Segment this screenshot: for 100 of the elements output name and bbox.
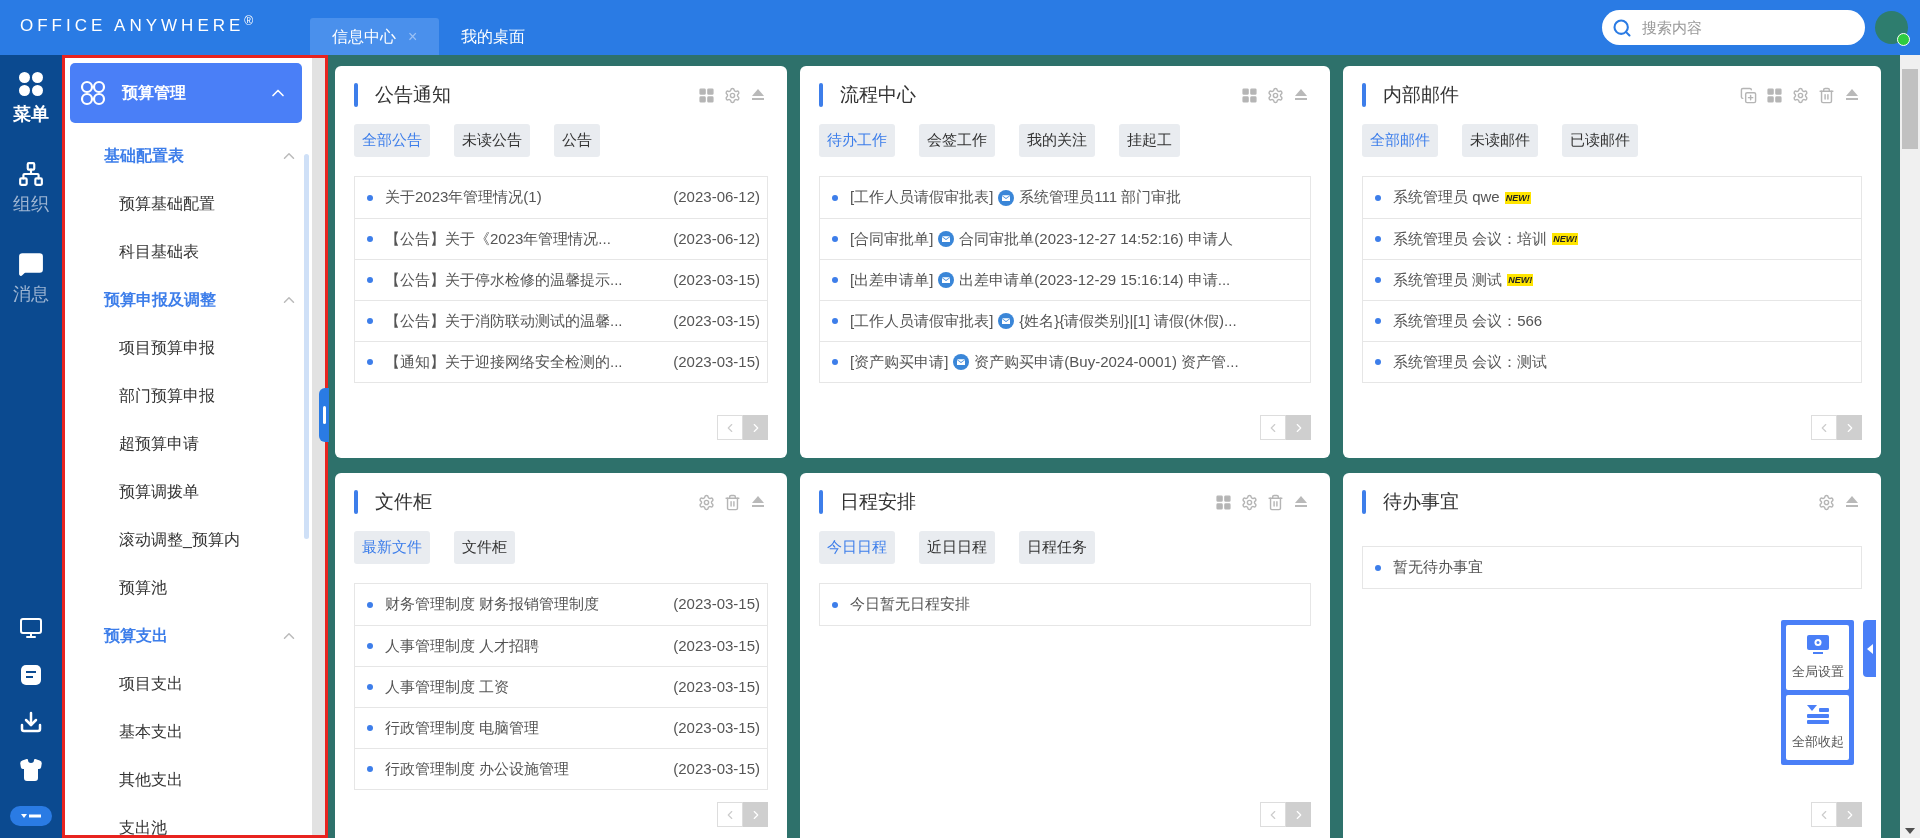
menu-item[interactable]: 预算调拨单 xyxy=(70,468,302,516)
rail-item[interactable]: 组织 xyxy=(13,161,49,251)
menu-item[interactable]: 预算基础配置 xyxy=(70,180,302,228)
list-item-link[interactable]: 【公告】关于停水检修的温馨提示... xyxy=(385,268,623,292)
list-item-link[interactable]: 今日暂无日程安排 xyxy=(850,593,970,616)
card-tab[interactable]: 挂起工 xyxy=(1119,124,1180,157)
card-tab[interactable]: 今日日程 xyxy=(819,531,895,564)
layout-icon[interactable] xyxy=(1766,86,1783,104)
list-item-link[interactable]: 出差申请单(2023-12-29 15:16:14) 申请... xyxy=(959,268,1231,292)
collapse-icon[interactable] xyxy=(1293,87,1309,103)
menu-item[interactable]: 超预算申请 xyxy=(70,420,302,468)
menu-item[interactable]: 其他支出 xyxy=(70,756,302,804)
list-item-link[interactable]: 系统管理员 会议：566 xyxy=(1393,309,1543,333)
menu-header-button[interactable]: 预算管理 xyxy=(70,63,302,123)
avatar[interactable] xyxy=(1875,11,1908,44)
list-item-link[interactable]: {姓名}{请假类别}|[1] 请假(休假)... xyxy=(1019,309,1237,333)
rail-item[interactable]: 菜单 xyxy=(13,71,49,161)
menu-item[interactable]: 滚动调整_预算内 xyxy=(70,516,302,564)
menu-group[interactable]: 预算支出 xyxy=(70,612,302,660)
menu-item[interactable]: 科目基础表 xyxy=(70,228,302,276)
collapse-icon[interactable] xyxy=(1293,494,1309,510)
toolbox-toggle-handle[interactable] xyxy=(1863,620,1876,677)
previous-page-button[interactable] xyxy=(1260,802,1286,827)
list-item-link[interactable]: 系统管理员 会议：培训 xyxy=(1393,227,1548,251)
layout-icon[interactable] xyxy=(1215,493,1232,511)
settings-icon[interactable] xyxy=(698,493,715,511)
card-tab[interactable]: 文件柜 xyxy=(454,531,515,564)
list-item-link[interactable]: 财务管理制度 财务报销管理制度 xyxy=(385,593,600,616)
menu-item[interactable]: 项目支出 xyxy=(70,660,302,708)
scrollbar-thumb[interactable] xyxy=(304,154,309,539)
list-item-link[interactable]: 系统管理员 会议：测试 xyxy=(1393,350,1548,374)
menu-item[interactable]: 预算池 xyxy=(70,564,302,612)
list-item-link[interactable]: 人事管理制度 人才招聘 xyxy=(385,634,540,658)
layout-icon[interactable] xyxy=(698,86,715,104)
card-tab[interactable]: 近日日程 xyxy=(919,531,995,564)
card-tab[interactable]: 会签工作 xyxy=(919,124,995,157)
list-item-link[interactable]: 系统管理员 测试 xyxy=(1393,268,1503,292)
next-page-button[interactable] xyxy=(1286,415,1311,440)
card-tab[interactable]: 未读公告 xyxy=(454,124,530,157)
card-tab[interactable]: 未读邮件 xyxy=(1462,124,1538,157)
menu-item[interactable]: 支出池 xyxy=(70,804,302,835)
previous-page-button[interactable] xyxy=(717,415,743,440)
previous-page-button[interactable] xyxy=(1811,415,1837,440)
copy-plus-icon[interactable] xyxy=(1740,86,1757,104)
document-icon[interactable] xyxy=(20,664,42,686)
menu-item[interactable]: 部门预算申报 xyxy=(70,372,302,420)
list-item-link[interactable]: 系统管理员 qwe xyxy=(1393,186,1500,209)
menu-group[interactable]: 预算申报及调整 xyxy=(70,276,302,324)
collapse-icon[interactable] xyxy=(750,87,766,103)
list-item-link[interactable]: 【公告】关于《2023年管理情况... xyxy=(385,227,611,251)
card-tab[interactable]: 已读邮件 xyxy=(1562,124,1638,157)
rail-item[interactable]: 消息 xyxy=(13,251,49,341)
settings-icon[interactable] xyxy=(1818,493,1835,511)
next-page-button[interactable] xyxy=(1837,415,1862,440)
list-item-link[interactable]: 资产购买申请(Buy-2024-0001) 资产管... xyxy=(974,350,1239,374)
toolbox-button[interactable]: 全部收起 xyxy=(1786,695,1849,760)
previous-page-button[interactable] xyxy=(1260,415,1286,440)
sidebar-collapse-handle[interactable] xyxy=(319,388,329,442)
menu-item[interactable]: 基本支出 xyxy=(70,708,302,756)
scroll-down-icon[interactable] xyxy=(1905,828,1915,834)
next-page-button[interactable] xyxy=(743,415,768,440)
toggle-icon[interactable] xyxy=(10,806,52,826)
next-page-button[interactable] xyxy=(1837,802,1862,827)
next-page-button[interactable] xyxy=(1286,802,1311,827)
list-item-link[interactable]: 合同审批单(2023-12-27 14:52:16) 申请人 xyxy=(959,227,1233,251)
download-icon[interactable] xyxy=(19,710,43,734)
list-item-link[interactable]: 系统管理员111 部门审批 xyxy=(1019,186,1182,209)
search-field[interactable]: 搜索内容 xyxy=(1602,10,1865,45)
layout-icon[interactable] xyxy=(1241,86,1258,104)
monitor-icon[interactable] xyxy=(19,616,43,640)
list-item-link[interactable]: 行政管理制度 电脑管理 xyxy=(385,716,540,740)
list-item-link[interactable]: 【公告】关于消防联动测试的温馨... xyxy=(385,309,623,333)
collapse-icon[interactable] xyxy=(1844,87,1860,103)
card-tab[interactable]: 日程任务 xyxy=(1019,531,1095,564)
menu-group[interactable]: 基础配置表 xyxy=(70,132,302,180)
card-tab[interactable]: 我的关注 xyxy=(1019,124,1095,157)
settings-icon[interactable] xyxy=(1792,86,1809,104)
list-item-link[interactable]: 关于2023年管理情况(1) xyxy=(385,186,542,209)
card-tab[interactable]: 公告 xyxy=(554,124,600,157)
trash-icon[interactable] xyxy=(724,493,741,511)
scrollbar-thumb[interactable] xyxy=(1902,69,1918,149)
list-item-link[interactable]: 人事管理制度 工资 xyxy=(385,675,510,699)
list-item-link[interactable]: 行政管理制度 办公设施管理 xyxy=(385,757,570,781)
collapse-icon[interactable] xyxy=(1844,494,1860,510)
toolbox-button[interactable]: 全局设置 xyxy=(1786,625,1849,690)
collapse-icon[interactable] xyxy=(750,494,766,510)
shirt-icon[interactable] xyxy=(19,758,43,782)
settings-icon[interactable] xyxy=(1241,493,1258,511)
previous-page-button[interactable] xyxy=(717,802,743,827)
next-page-button[interactable] xyxy=(743,802,768,827)
page-scrollbar[interactable] xyxy=(1900,55,1920,838)
menu-item[interactable]: 项目预算申报 xyxy=(70,324,302,372)
list-item-link[interactable]: 【通知】关于迎接网络安全检测的... xyxy=(385,350,623,374)
settings-icon[interactable] xyxy=(1267,86,1284,104)
list-item-link[interactable]: 暂无待办事宜 xyxy=(1393,556,1483,579)
settings-icon[interactable] xyxy=(724,86,741,104)
trash-icon[interactable] xyxy=(1818,86,1835,104)
page-tab[interactable]: 我的桌面 xyxy=(439,18,548,55)
trash-icon[interactable] xyxy=(1267,493,1284,511)
previous-page-button[interactable] xyxy=(1811,802,1837,827)
